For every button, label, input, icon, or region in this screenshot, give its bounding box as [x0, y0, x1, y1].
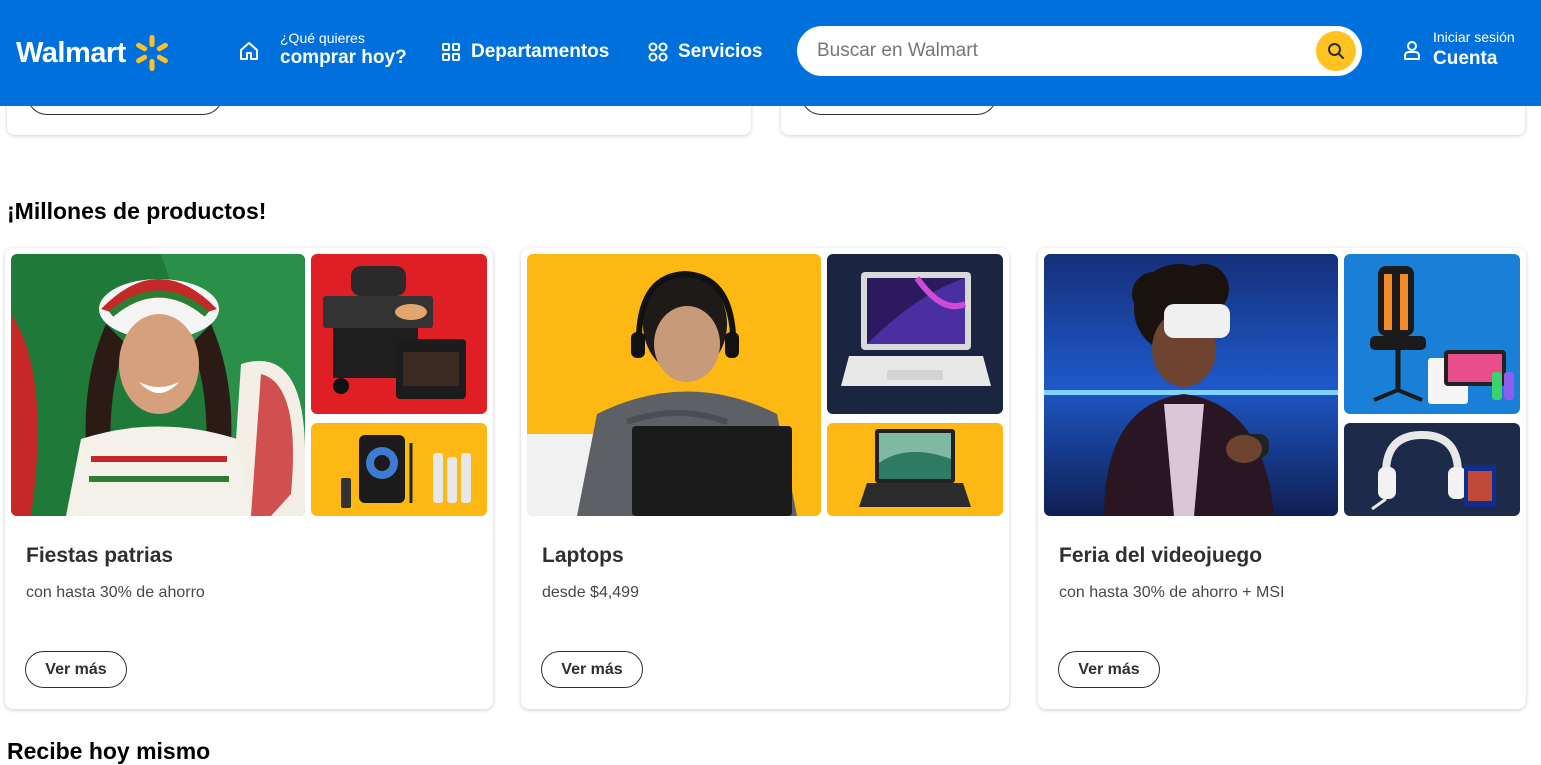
account-button[interactable]: Iniciar sesión Cuenta: [1403, 29, 1515, 70]
user-icon: [1404, 40, 1420, 60]
laptop-black-image: [827, 423, 1003, 516]
search-input[interactable]: [817, 40, 1297, 62]
card-subtitle: desde $4,499: [542, 584, 639, 601]
headset-image: [1344, 423, 1520, 516]
speaker-bottles-image: [311, 423, 487, 516]
see-more-button[interactable]: Ver más: [1058, 651, 1160, 688]
what-big-text: comprar hoy?: [280, 46, 407, 68]
product-card-videogames[interactable]: Feria del videojuego con hasta 30% de ah…: [1038, 248, 1526, 709]
walmart-logo[interactable]: Walmart: [16, 33, 172, 73]
logo-text: Walmart: [16, 36, 126, 69]
see-more-button[interactable]: Ver más: [541, 651, 643, 688]
product-card-laptops[interactable]: Laptops desde $4,499 Ver más: [521, 248, 1009, 709]
card-subtitle: con hasta 30% de ahorro: [26, 584, 205, 601]
sign-in-text: Iniciar sesión: [1433, 29, 1515, 45]
card-subtitle: con hasta 30% de ahorro + MSI: [1059, 584, 1285, 601]
product-card-fiestas[interactable]: Fiestas patrias con hasta 30% de ahorro …: [5, 248, 493, 709]
services-icon: [648, 42, 668, 62]
laptop-silver-image: [827, 254, 1003, 414]
site-header: Walmart ¿Qué quieres comprar hoy? Depart…: [0, 0, 1541, 106]
fiestas-main-image: [11, 254, 305, 516]
grill-image: [311, 254, 487, 414]
home-icon[interactable]: [238, 40, 260, 62]
services-label: Servicios: [678, 41, 763, 62]
card-title: Laptops: [542, 544, 624, 567]
spark-icon: [135, 35, 168, 71]
card-title: Feria del videojuego: [1059, 544, 1263, 567]
next-section-title: Recibe hoy mismo: [7, 738, 211, 764]
departments-button[interactable]: Departamentos: [441, 41, 609, 63]
what-to-buy-link[interactable]: ¿Qué quieres comprar hoy?: [280, 30, 407, 70]
videogames-main-image: [1044, 254, 1338, 516]
section-title: ¡Millones de productos!: [7, 198, 267, 224]
grid-icon: [442, 43, 460, 61]
card-title: Fiestas patrias: [26, 544, 174, 567]
what-small-text: ¿Qué quieres: [280, 30, 365, 46]
search-icon: [1328, 43, 1344, 59]
gaming-chair-image: [1344, 254, 1520, 414]
search-button[interactable]: [1316, 31, 1356, 71]
laptops-main-image: [527, 254, 821, 516]
see-more-button[interactable]: Ver más: [25, 651, 127, 688]
search-bar: [797, 26, 1362, 76]
departments-label: Departamentos: [471, 41, 610, 62]
account-text: Cuenta: [1433, 47, 1498, 69]
services-button[interactable]: Servicios: [648, 41, 763, 63]
